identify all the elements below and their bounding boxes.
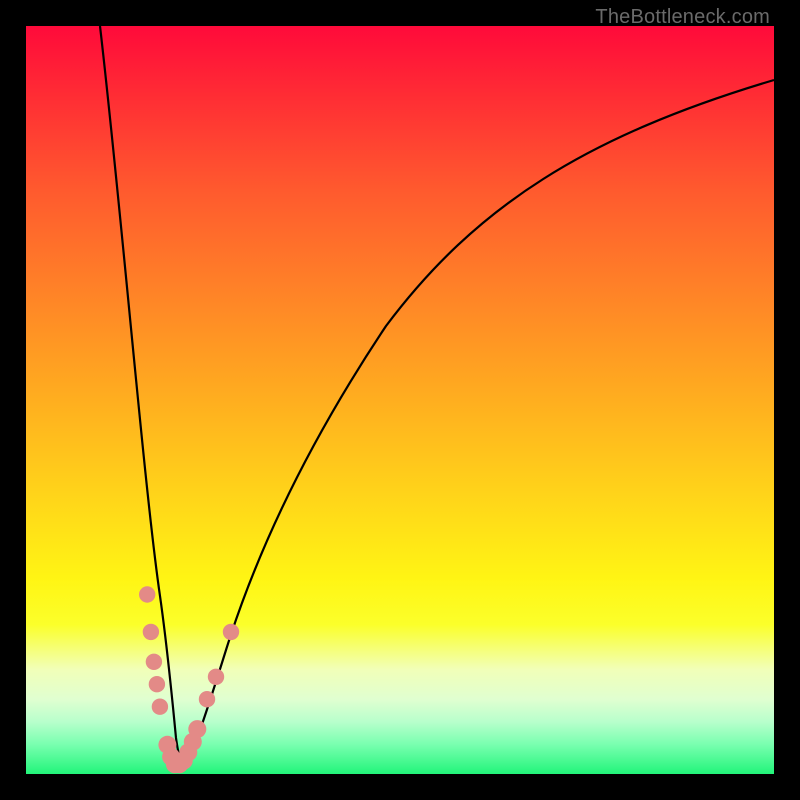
bead-marker (139, 586, 155, 602)
bead-marker (223, 624, 239, 640)
chart-frame: TheBottleneck.com (0, 0, 800, 800)
bead-marker (143, 624, 159, 640)
bead-group (139, 586, 239, 773)
right-branch-curve (186, 80, 774, 764)
curves-svg (26, 26, 774, 774)
bead-marker (199, 691, 215, 707)
bead-marker (188, 720, 206, 738)
watermark-text: TheBottleneck.com (595, 6, 770, 29)
left-branch-curve (100, 26, 182, 764)
bead-marker (146, 654, 162, 670)
plot-area (26, 26, 774, 774)
bead-marker (152, 699, 168, 715)
bead-marker (208, 669, 224, 685)
bead-marker (149, 676, 165, 692)
